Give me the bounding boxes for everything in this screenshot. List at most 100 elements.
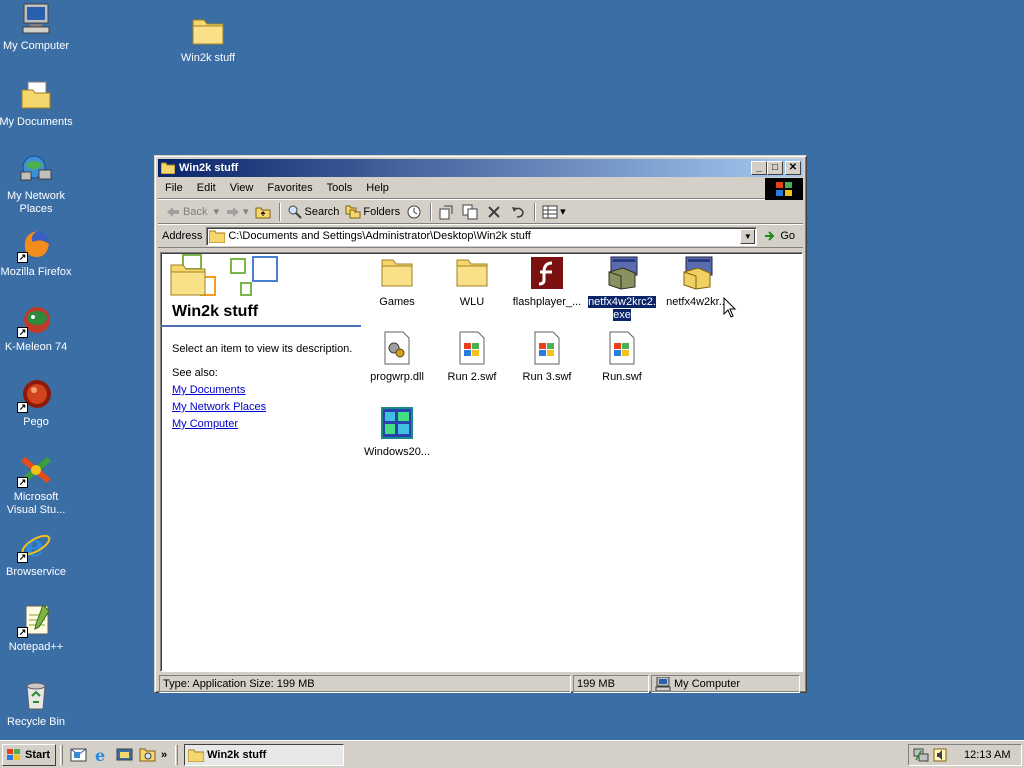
toolbar-separator	[534, 202, 537, 221]
link-my-network-places[interactable]: My Network Places	[172, 401, 266, 413]
menu-view[interactable]: View	[223, 182, 261, 194]
link-my-documents[interactable]: My Documents	[172, 384, 245, 396]
history-button[interactable]	[403, 201, 427, 223]
outlook-express-icon[interactable]	[70, 746, 87, 763]
desktop-icon-my-documents[interactable]: My Documents	[0, 78, 74, 129]
desktop-icon-k-meleon[interactable]: ↗ K-Meleon 74	[0, 303, 74, 354]
up-folder-button[interactable]	[252, 201, 276, 223]
desktop-icon-firefox[interactable]: ↗ Mozilla Firefox	[0, 228, 74, 279]
maximize-button[interactable]: □	[767, 161, 783, 175]
folders-label: Folders	[363, 205, 401, 218]
file-label: flashplayer_...	[512, 296, 582, 308]
move-to-icon	[438, 204, 454, 220]
menu-favorites[interactable]: Favorites	[260, 182, 319, 194]
file-label: progwrp.dll	[370, 371, 424, 383]
svg-text:e: e	[95, 746, 105, 763]
delete-button[interactable]	[483, 201, 507, 223]
notepad-plus-plus-icon: ↗	[17, 603, 53, 638]
dll-icon	[380, 331, 414, 365]
file-item-games[interactable]: Games	[359, 256, 435, 309]
k-meleon-icon: ↗	[17, 303, 53, 338]
file-item-run-swf[interactable]: Run.swf	[584, 331, 660, 384]
firefox-icon: ↗	[17, 228, 53, 263]
views-button[interactable]: ▾	[539, 201, 569, 223]
desktop-icon-notepad-plus-plus[interactable]: ↗ Notepad++	[0, 603, 74, 654]
search-button[interactable]: Search	[284, 201, 343, 223]
swf-icon	[455, 331, 489, 365]
my-computer-icon	[655, 677, 671, 691]
shortcut-arrow-icon: ↗	[17, 477, 28, 488]
copy-to-button[interactable]	[459, 201, 483, 223]
history-icon	[406, 204, 422, 220]
go-button[interactable]: Go	[757, 229, 803, 243]
file-item-flashplayer[interactable]: flashplayer_...	[509, 256, 585, 309]
desktop-icon-pego[interactable]: ↗ Pego	[0, 378, 74, 429]
network-connection-icon[interactable]	[913, 747, 929, 763]
desktop-icon-label: My Computer	[2, 40, 70, 52]
volume-icon[interactable]	[932, 747, 948, 763]
show-desktop-icon[interactable]	[116, 746, 133, 763]
shortcut-arrow-icon: ↗	[17, 327, 28, 338]
title-bar[interactable]: Win2k stuff _ □ ✕	[158, 159, 803, 177]
copy-to-icon	[462, 204, 478, 220]
move-to-button[interactable]	[435, 201, 459, 223]
start-button[interactable]: Start	[2, 743, 56, 766]
undo-icon	[510, 204, 526, 220]
go-label: Go	[780, 230, 795, 242]
close-button[interactable]: ✕	[785, 161, 801, 175]
desktop-icon-label: Browservice	[6, 566, 66, 578]
file-item-netfx4w2krc2-exe[interactable]: netfx4w2krc2. exe	[584, 256, 660, 322]
desktop-icon-network-places[interactable]: My Network Places	[0, 152, 74, 216]
desktop-icon-win2k-stuff[interactable]: Win2k stuff	[170, 14, 246, 65]
forward-button[interactable]: ▾	[222, 201, 252, 223]
desktop-icon-visual-studio[interactable]: ↗ Microsoft Visual Stu...	[0, 453, 74, 517]
window-title: Win2k stuff	[179, 162, 239, 174]
desktop-icon-browservice[interactable]: e ↗ Browservice	[0, 528, 74, 579]
folder-icon	[455, 256, 489, 290]
back-button[interactable]: Back ▾	[162, 201, 222, 223]
file-item-progwrp-dll[interactable]: progwrp.dll	[359, 331, 435, 384]
minimize-button[interactable]: _	[751, 161, 767, 175]
file-item-run-2-swf[interactable]: Run 2.swf	[434, 331, 510, 384]
menu-help[interactable]: Help	[359, 182, 396, 194]
swf-icon	[530, 331, 564, 365]
desktop-icon-my-computer[interactable]: My Computer	[0, 2, 74, 53]
address-bar: Address C:\Documents and Settings\Admini…	[158, 224, 803, 248]
status-zone: My Computer	[651, 675, 800, 693]
explorer-icon[interactable]	[139, 746, 156, 763]
toolbar-separator	[430, 202, 433, 221]
web-view-pane: Win2k stuff Select an item to view its d…	[161, 253, 361, 671]
desktop-icon-label: Microsoft Visual Stu...	[6, 491, 66, 516]
menu-file[interactable]: File	[158, 182, 190, 194]
file-item-run-3-swf[interactable]: Run 3.swf	[509, 331, 585, 384]
desktop-icon-recycle-bin[interactable]: Recycle Bin	[0, 678, 74, 729]
file-item-wlu[interactable]: WLU	[434, 256, 510, 309]
file-label: WLU	[459, 296, 485, 308]
menu-edit[interactable]: Edit	[190, 182, 223, 194]
back-arrow-icon	[165, 204, 181, 220]
file-label: Run.swf	[602, 371, 642, 383]
internet-explorer-icon[interactable]: e	[93, 746, 110, 765]
dropdown-arrow-icon: ▼	[743, 231, 752, 241]
taskbar-button-win2k-stuff[interactable]: Win2k stuff	[184, 743, 345, 766]
file-label: netfx4w2kr...	[666, 296, 728, 308]
quick-launch-chevron[interactable]: »	[161, 749, 167, 761]
standard-toolbar: Back ▾ ▾ Search Folders ▾	[158, 199, 803, 224]
menu-tools[interactable]: Tools	[320, 182, 360, 194]
address-input[interactable]: C:\Documents and Settings\Administrator\…	[206, 226, 758, 246]
file-label: Run 3.swf	[522, 371, 572, 383]
undo-button[interactable]	[507, 201, 531, 223]
link-my-computer[interactable]: My Computer	[172, 418, 238, 430]
address-dropdown-button[interactable]: ▼	[740, 228, 756, 244]
clock[interactable]: 12:13 AM	[964, 749, 1010, 761]
folder-view: Win2k stuff Select an item to view its d…	[160, 252, 803, 672]
pane-title: Win2k stuff	[172, 303, 259, 320]
installer-icon	[605, 256, 639, 290]
folders-button[interactable]: Folders	[342, 201, 403, 223]
desktop-icon-label: Notepad++	[8, 641, 64, 653]
up-folder-icon	[255, 204, 271, 220]
file-item-windows2000[interactable]: Windows20...	[359, 406, 435, 459]
my-documents-icon	[19, 78, 53, 112]
swf-icon	[605, 331, 639, 365]
delete-icon	[486, 204, 502, 220]
